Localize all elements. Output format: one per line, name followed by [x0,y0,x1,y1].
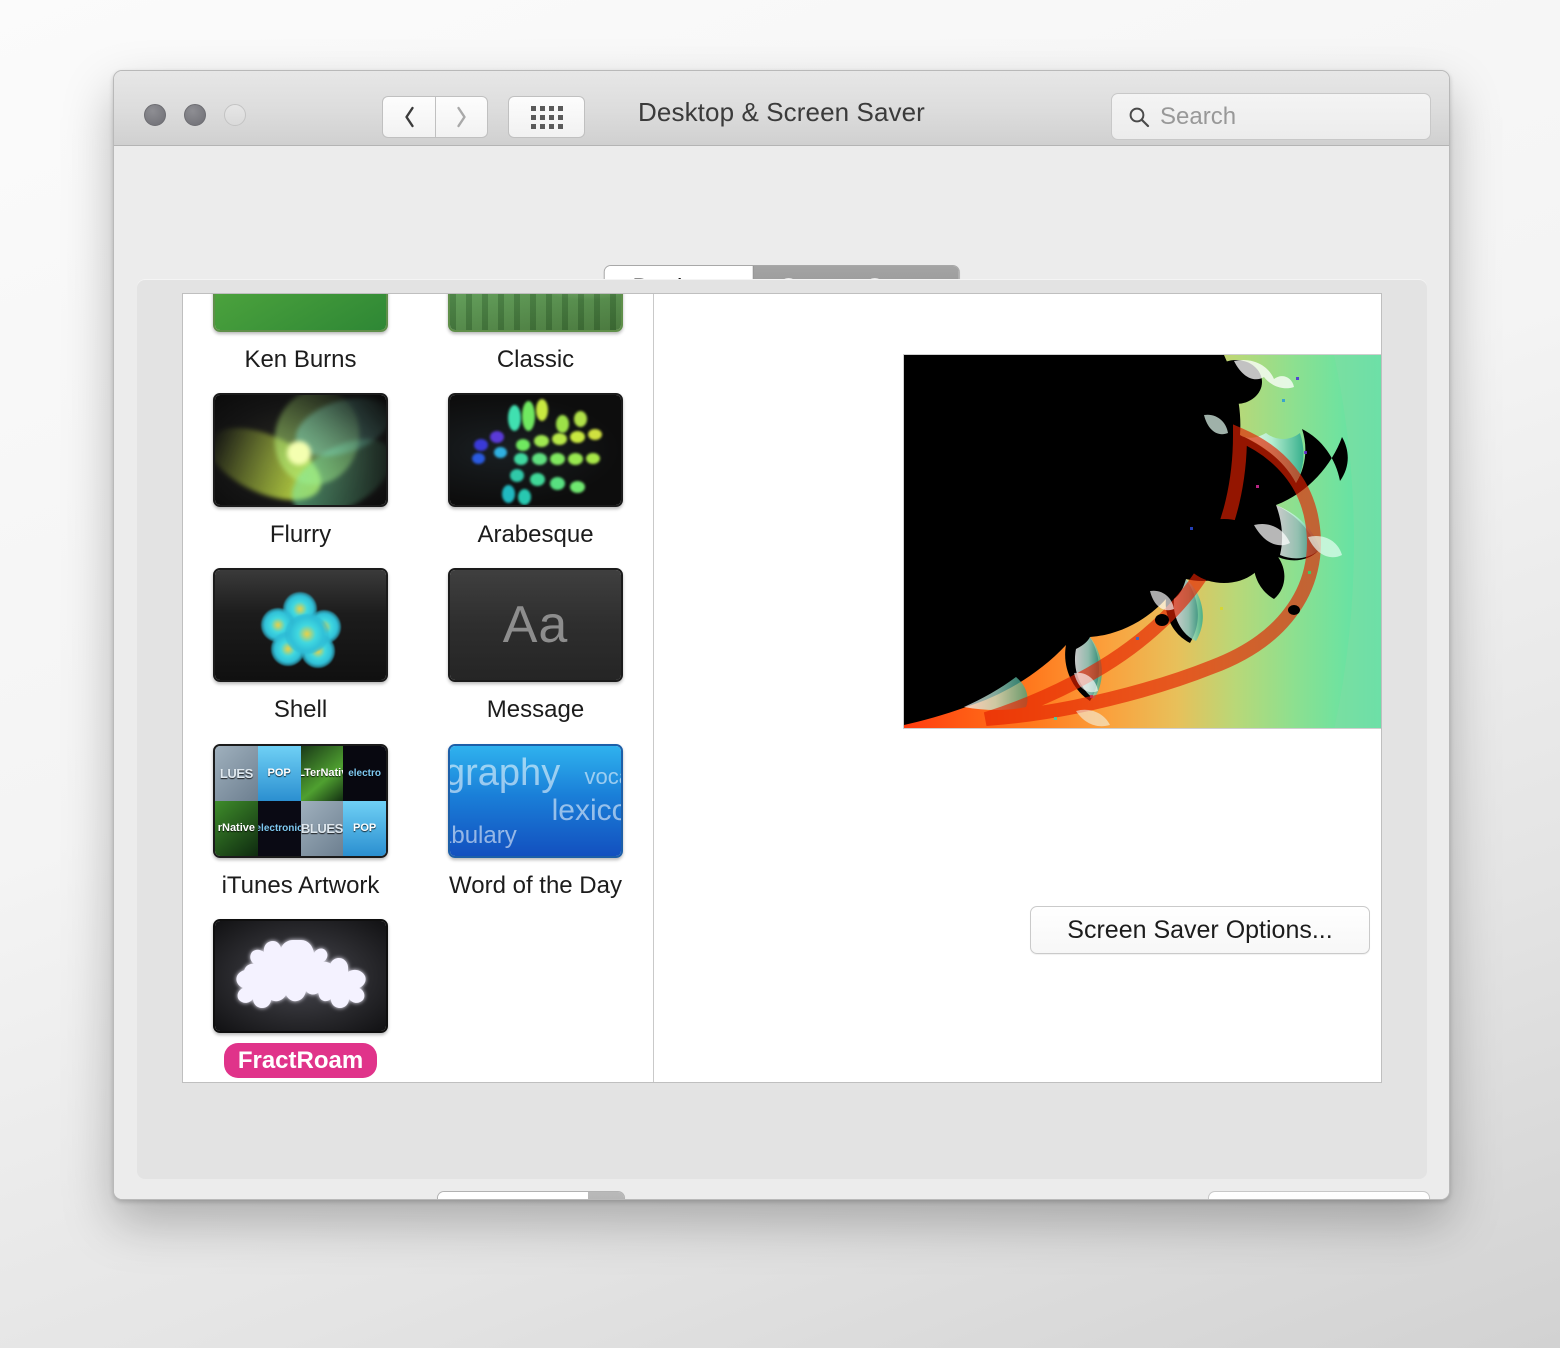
fractal-shape-icon [235,939,366,1008]
preferences-window: Desktop & Screen Saver Search Desktop Sc… [113,70,1450,1200]
thumbnail-arabesque[interactable] [448,393,623,508]
screen-saver-item-message[interactable]: Aa Message [418,556,653,727]
thumbnail-fractroam[interactable] [213,918,388,1033]
screen-saver-label: Arabesque [477,521,594,549]
word-text: abulary [450,821,517,849]
hot-corners-button[interactable]: Hot Corners... [1208,1191,1430,1199]
window-body: Desktop Screen Saver Ken Burns [114,146,1449,1199]
word-text: graphy [450,751,561,794]
artwork-flurry [215,395,386,506]
screen-saver-item-ken-burns[interactable]: Ken Burns [183,294,418,377]
screen-saver-item-flurry[interactable]: Flurry [183,381,418,552]
word-text: voca [584,763,621,789]
word-text: lexicog [551,793,621,827]
screen-saver-label: Flurry [269,521,332,549]
screen-saver-label: Word of the Day [449,871,622,899]
screen-saver-label: Classic [496,346,575,373]
tile-label: POP [353,822,377,835]
screen-saver-list[interactable]: Ken Burns Classic Flurry Arabesque Shell… [183,294,653,1082]
thumbnail-itunes-artwork[interactable]: LUES POP ALTerNative electro rNative ele… [213,743,388,858]
artwork-ken-burns [215,294,386,330]
thumbnail-word-of-the-day[interactable]: graphy voca lexicog abulary [448,743,623,858]
tile-label: POP [267,767,291,780]
thumbnail-ken-burns[interactable] [213,294,388,332]
artwork-classic [450,294,621,330]
tile-label: electronic [257,822,301,834]
screen-saver-item-itunes-artwork[interactable]: LUES POP ALTerNative electro rNative ele… [183,732,418,903]
message-sample-text: Aa [502,596,569,655]
settings-panel: Ken Burns Classic Flurry Arabesque Shell… [137,279,1427,1179]
thumbnail-classic[interactable] [448,294,623,332]
screen-saver-label: iTunes Artwork [221,871,380,899]
grid-spacer [418,907,653,1078]
tile-label: rNative [217,822,256,835]
screen-saver-item-word-of-the-day[interactable]: graphy voca lexicog abulary Word of the … [418,732,653,903]
stepper-arrows[interactable] [588,1192,625,1199]
preview-pane: Screen Saver Options... [653,294,1381,1082]
screen-saver-item-classic[interactable]: Classic [418,294,653,377]
artwork-itunes: LUES POP ALTerNative electro rNative ele… [215,745,386,856]
screen-saver-label: Shell [273,696,328,724]
screen-saver-label: Ken Burns [244,346,357,373]
screen-saver-item-fractroam[interactable]: FractRoam [183,907,418,1078]
artwork-message: Aa [450,570,621,681]
artwork-arabesque [450,395,621,506]
thumbnail-shell[interactable] [213,568,388,683]
tile-label: BLUES [300,820,343,836]
screen-saver-item-shell[interactable]: Shell [183,556,418,727]
mandelbrot-preview-image [904,355,1381,728]
window-titlebar: Desktop & Screen Saver Search [114,71,1449,146]
screen-saver-browser: Ken Burns Classic Flurry Arabesque Shell… [182,293,1382,1083]
tile-label: ALTerNative [301,767,344,780]
screen-saver-preview[interactable] [903,354,1381,729]
tile-label: electro [348,767,382,779]
screen-saver-item-arabesque[interactable]: Arabesque [418,381,653,552]
screen-saver-label: Message [486,696,585,724]
start-after-value[interactable]: 10 Minutes [438,1192,589,1199]
artwork-word-of-the-day: graphy voca lexicog abulary [450,745,621,856]
search-field[interactable]: Search [1111,93,1431,140]
search-icon [1129,107,1150,127]
search-placeholder: Search [1160,102,1237,130]
screen-saver-options-button[interactable]: Screen Saver Options... [1030,906,1370,954]
thumbnail-message[interactable]: Aa [448,568,623,683]
thumbnail-flurry[interactable] [213,393,388,508]
start-after-stepper[interactable]: 10 Minutes [437,1191,626,1199]
screen-saver-label-selected: FractRoam [223,1042,378,1078]
artwork-fractroam [215,920,386,1031]
artwork-shell [215,570,386,681]
tile-label: LUES [219,765,253,781]
